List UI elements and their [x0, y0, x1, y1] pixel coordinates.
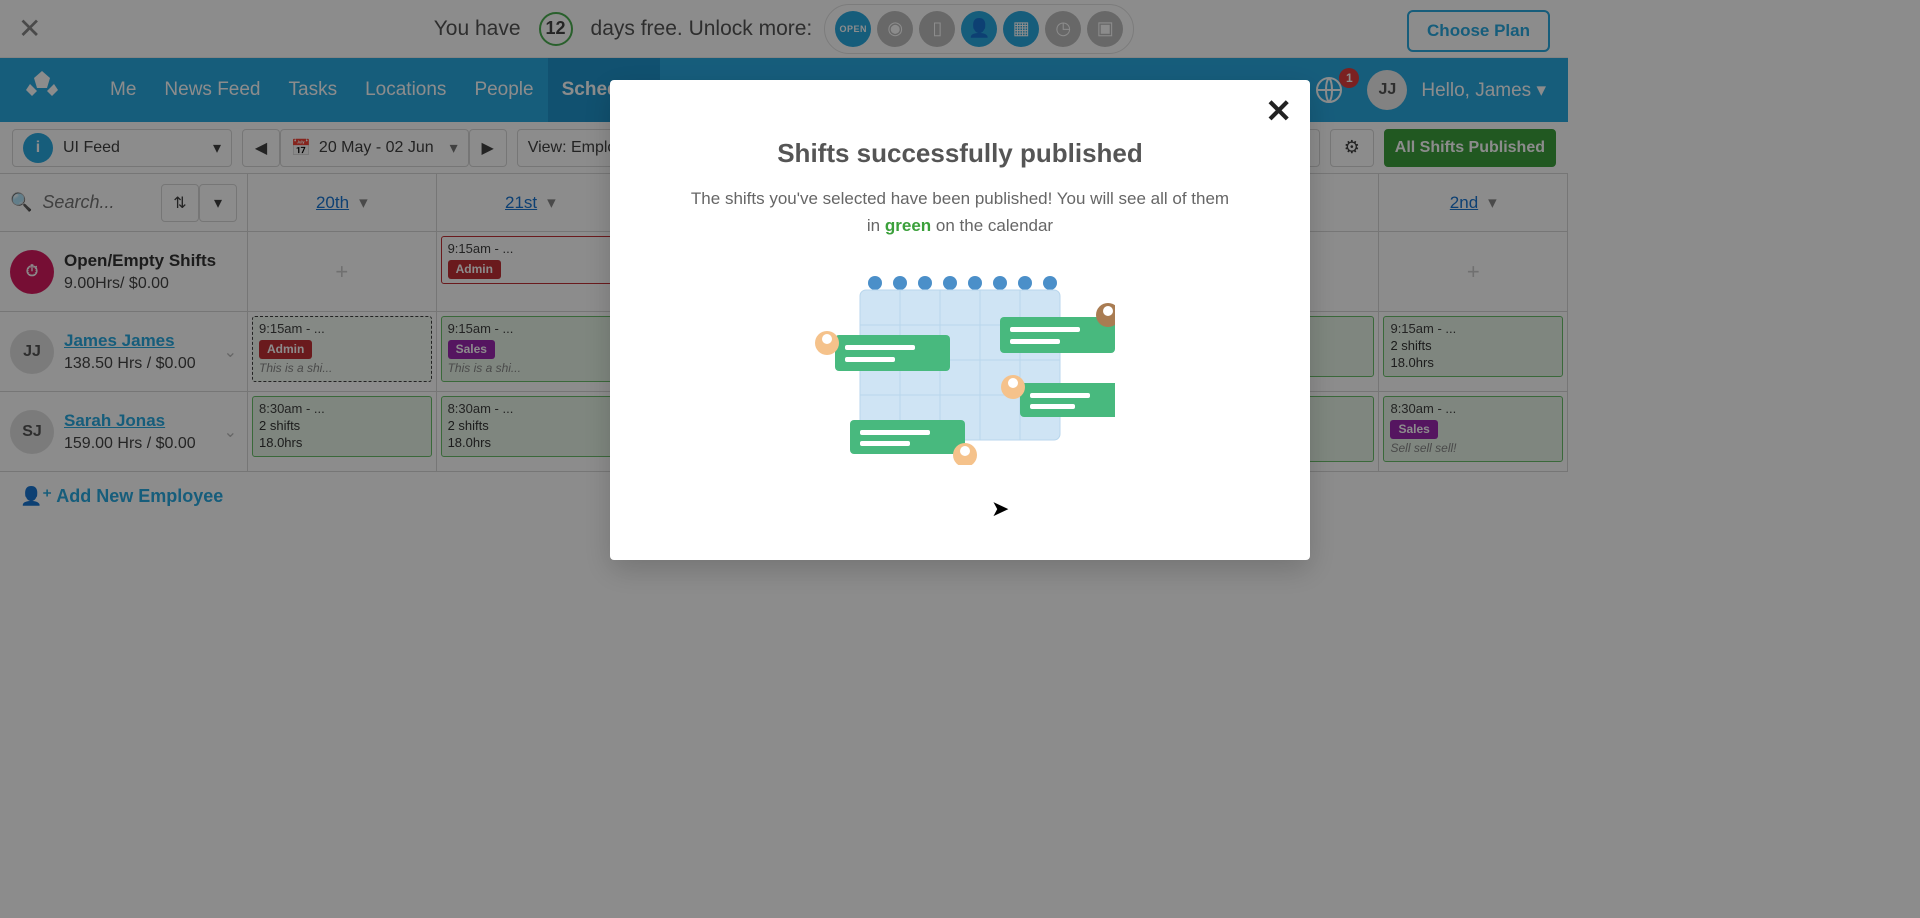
modal-title: Shifts successfully published — [650, 138, 1270, 169]
publish-success-modal: ✕ Shifts successfully published The shif… — [610, 80, 1310, 560]
modal-illustration — [650, 265, 1270, 465]
modal-body: The shifts you've selected have been pub… — [690, 185, 1230, 239]
modal-overlay[interactable]: ✕ Shifts successfully published The shif… — [0, 0, 1920, 918]
modal-close-button[interactable]: ✕ — [1265, 92, 1292, 130]
